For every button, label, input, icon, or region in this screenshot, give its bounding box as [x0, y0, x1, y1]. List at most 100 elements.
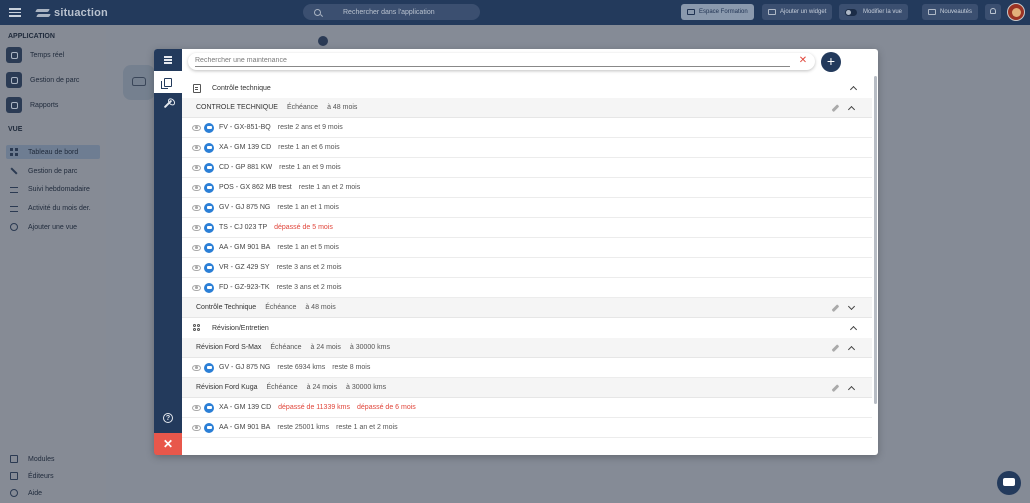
chat-button[interactable] — [997, 471, 1021, 495]
sidebar-item-reports[interactable]: Rapports — [6, 96, 58, 114]
due-label: Échéance — [265, 304, 297, 311]
menu-icon[interactable] — [9, 6, 21, 18]
vehicle-plate: XA - GM 139 CD — [219, 144, 272, 151]
list-icon — [10, 186, 18, 193]
due-value: à 30000 kms — [345, 384, 387, 391]
group-collapse[interactable] — [849, 84, 858, 94]
eye-icon[interactable] — [192, 224, 201, 231]
vehicle-plate: POS - GX 862 MB trest — [219, 184, 292, 191]
edit-pencil-icon[interactable] — [831, 104, 839, 112]
eye-icon[interactable] — [192, 364, 201, 371]
vehicle-row[interactable]: AA - GM 901 BA reste 1 an et 5 mois — [182, 238, 872, 258]
eye-icon[interactable] — [192, 144, 201, 151]
modal-help-button[interactable]: ? — [154, 407, 182, 429]
widget-icon — [768, 9, 776, 15]
news-label: Nouveautés — [940, 9, 973, 15]
vehicle-row[interactable]: TS - CJ 023 TP dépassé de 5 mois — [182, 218, 872, 238]
vehicle-row[interactable]: FD - GZ-923-TK reste 3 ans et 2 mois — [182, 278, 872, 298]
edit-view-toggle[interactable] — [845, 8, 857, 16]
sidebar-item-last-month[interactable]: Activité du mois der. — [6, 201, 100, 215]
sidebar-item-help[interactable]: Aide — [6, 486, 42, 500]
vehicle-plate: XA - GM 139 CD — [219, 404, 272, 411]
vehicle-row[interactable]: XA - GM 139 CD dépassé de 11339 kms dépass… — [182, 398, 872, 418]
app-search[interactable]: Rechercher dans l'application — [303, 4, 480, 20]
maintenance-name: Révision Ford S-Max — [196, 344, 262, 351]
maintenance-actions — [831, 344, 855, 354]
sidebar-item-weekly[interactable]: Suivi hebdomadaire — [6, 182, 100, 196]
chevron-up-icon[interactable] — [847, 345, 855, 354]
maintenance-search: ✕ — [188, 53, 815, 70]
sidebar-item-fleet-view[interactable]: Gestion de parc — [6, 164, 100, 178]
vehicle-row[interactable]: XA - GM 139 CD reste 1 an et 6 mois — [182, 138, 872, 158]
chevron-down-icon[interactable] — [847, 302, 855, 311]
eye-icon[interactable] — [192, 404, 201, 411]
sidebar-item-modules[interactable]: Modules — [6, 452, 54, 466]
vehicle-plate: GV - GJ 875 NG — [219, 364, 271, 371]
close-icon: ✕ — [162, 437, 174, 451]
sidebar-item-dashboard[interactable]: Tableau de bord — [6, 145, 100, 159]
edit-pencil-icon[interactable] — [831, 344, 839, 352]
dashboard-widget-car[interactable] — [123, 65, 155, 100]
sidebar-item-add-view[interactable]: Ajouter une vue — [6, 220, 100, 234]
group-collapse[interactable] — [849, 324, 858, 334]
list-icon — [10, 205, 18, 212]
stats-icon[interactable] — [318, 36, 328, 46]
scrollbar[interactable] — [874, 76, 877, 404]
training-button[interactable]: Espace Formation — [681, 4, 754, 20]
maintenance-row[interactable]: Révision Ford S-Max Échéance à 24 mois à 30… — [182, 338, 872, 358]
vehicle-row[interactable]: GV - GJ 875 NG reste 6934 kms reste 8 mois — [182, 358, 872, 378]
modal-tab-maintenance-list[interactable] — [154, 71, 182, 93]
maintenance-group[interactable]: Révision/Entretien — [182, 318, 872, 338]
menu-icon — [164, 55, 172, 66]
chevron-up-icon[interactable] — [847, 105, 855, 114]
maintenance-row[interactable]: Révision Ford Kuga Échéance à 24 mois à 300… — [182, 378, 872, 398]
sidebar-item-editors[interactable]: Éditeurs — [6, 469, 54, 483]
eye-icon[interactable] — [192, 184, 201, 191]
add-maintenance-button[interactable]: + — [821, 52, 841, 72]
vehicle-row[interactable]: VR - GZ 429 SY reste 3 ans et 2 mois — [182, 258, 872, 278]
vehicle-row[interactable]: GV - GJ 875 NG reste 1 an et 1 mois — [182, 198, 872, 218]
add-widget-button[interactable]: Ajouter un widget — [762, 4, 833, 20]
avatar[interactable] — [1007, 3, 1025, 21]
maintenance-group[interactable]: Contrôle technique — [182, 78, 872, 98]
sidebar-item-fleet[interactable]: Gestion de parc — [6, 71, 79, 89]
maintenance-row[interactable]: CONTROLE TECHNIQUE Échéance à 48 mois — [182, 98, 872, 118]
eye-icon[interactable] — [192, 164, 201, 171]
vehicle-icon — [204, 262, 214, 273]
due-value: à 48 mois — [327, 104, 358, 111]
clear-search-icon[interactable]: ✕ — [797, 55, 809, 67]
sidebar-item-label: Tableau de bord — [28, 148, 79, 156]
vehicle-row[interactable]: POS - GX 862 MB trest reste 1 an et 2 moi… — [182, 178, 872, 198]
vehicle-row[interactable]: CD - GP 881 KW reste 1 an et 9 mois — [182, 158, 872, 178]
training-label: Espace Formation — [699, 9, 748, 15]
vehicle-row[interactable]: FV - GX-851-BQ reste 2 ans et 9 mois — [182, 118, 872, 138]
notifications-button[interactable] — [985, 4, 1001, 20]
edit-pencil-icon[interactable] — [831, 304, 839, 312]
chat-icon — [1003, 478, 1015, 486]
eye-icon[interactable] — [192, 124, 201, 131]
modal-tab-tools[interactable] — [154, 93, 182, 115]
edit-pencil-icon[interactable] — [831, 384, 839, 392]
edit-view-button[interactable]: Modifier la vue — [839, 4, 909, 20]
maintenance-row[interactable]: Contrôle Technique Échéance à 48 mois — [182, 298, 872, 318]
vehicle-status: reste 2 ans et 9 mois — [277, 124, 343, 131]
eye-icon[interactable] — [192, 264, 201, 271]
vehicle-status: reste 3 ans et 2 mois — [276, 284, 342, 291]
sidebar-item-realtime[interactable]: Temps réel — [6, 46, 64, 64]
modal-close-button[interactable]: ✕ — [154, 433, 182, 455]
help-icon: ? — [163, 413, 173, 423]
news-button[interactable]: Nouveautés — [922, 4, 979, 20]
maintenance-search-input[interactable] — [195, 55, 790, 67]
eye-icon[interactable] — [192, 424, 201, 431]
chevron-up-icon[interactable] — [847, 385, 855, 394]
modal-menu-button[interactable] — [154, 49, 182, 71]
chevron-up-icon — [849, 325, 858, 334]
vehicle-status: reste 25001 kms — [277, 424, 330, 431]
eye-icon[interactable] — [192, 244, 201, 251]
bell-icon — [990, 8, 996, 14]
vehicle-row[interactable]: AA - GM 901 BA reste 25001 kms reste 1 an … — [182, 418, 872, 438]
brand-logo[interactable]: situaction — [35, 5, 108, 20]
eye-icon[interactable] — [192, 284, 201, 291]
vehicle-icon — [204, 422, 214, 433]
eye-icon[interactable] — [192, 204, 201, 211]
